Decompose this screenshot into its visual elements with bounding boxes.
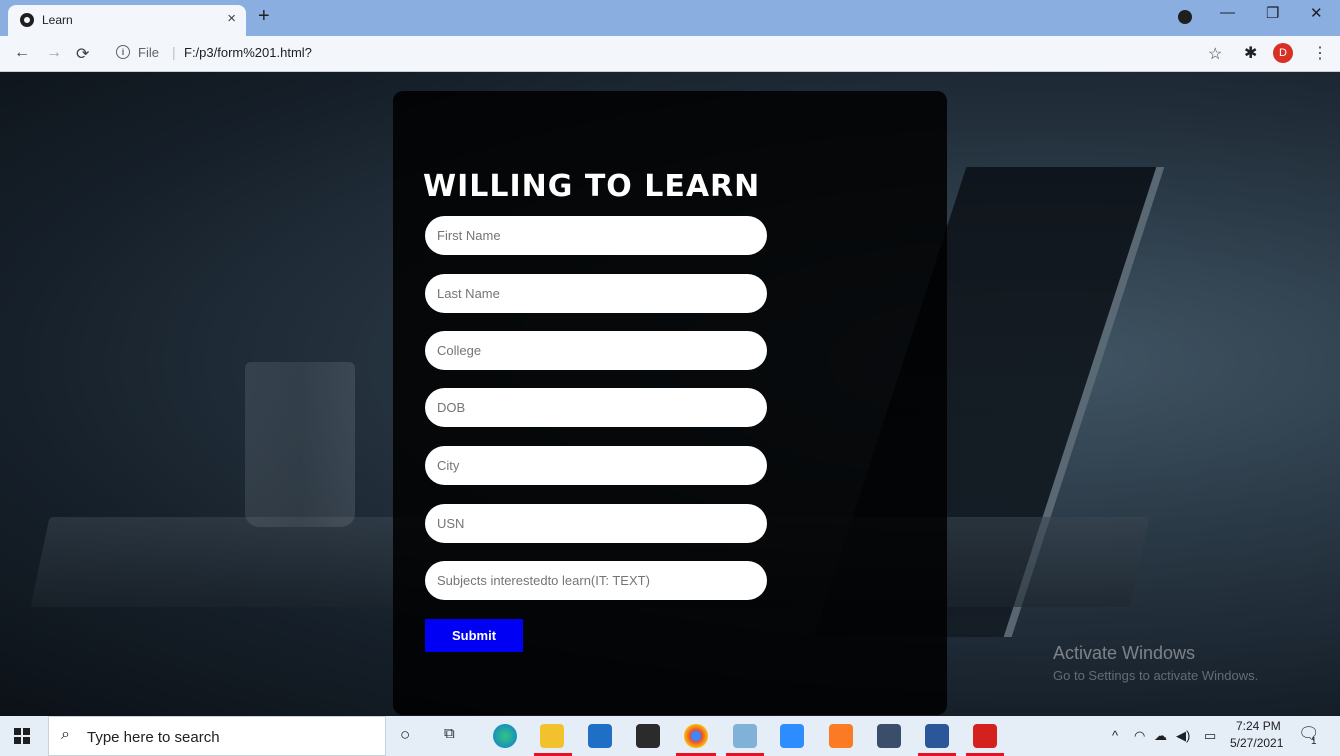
store-icon[interactable] — [636, 724, 660, 748]
network-icon[interactable]: ◠ — [1134, 728, 1145, 744]
activation-watermark-subtitle: Go to Settings to activate Windows. — [1053, 668, 1259, 683]
bookmark-star-icon[interactable]: ☆ — [1208, 44, 1222, 64]
browser-tab[interactable]: Learn × — [8, 5, 246, 36]
clock-date[interactable]: 5/27/2021 — [1230, 736, 1283, 750]
submit-button[interactable]: Submit — [425, 619, 523, 652]
subjects-field[interactable] — [425, 561, 767, 600]
form-card: WILLING TO LEARN Submit — [393, 91, 947, 715]
city-field[interactable] — [425, 446, 767, 485]
cortana-icon[interactable]: ○ — [400, 725, 410, 745]
windows-start-icon[interactable] — [14, 728, 30, 744]
minimize-icon[interactable]: — — [1220, 4, 1235, 21]
new-tab-button[interactable]: + — [258, 5, 270, 28]
edge-icon[interactable] — [493, 724, 517, 748]
search-icon: ⌕ — [61, 726, 70, 743]
page-title: WILLING TO LEARN — [423, 169, 761, 204]
battery-icon[interactable]: ▭ — [1204, 728, 1216, 744]
browser-menu-icon[interactable]: ⋮ — [1312, 43, 1328, 63]
xampp-icon[interactable] — [829, 724, 853, 748]
address-toolbar: ← → ⟳ i File | F:/p3/form%201.html? ☆ ✱ … — [0, 36, 1340, 72]
restore-icon[interactable]: ❐ — [1266, 4, 1279, 22]
zoom-icon[interactable] — [780, 724, 804, 748]
page-background: WILLING TO LEARN Submit Activate Windows… — [0, 72, 1340, 716]
activation-watermark-title: Activate Windows — [1053, 643, 1196, 663]
taskbar-search-placeholder: Type here to search — [87, 729, 220, 746]
forward-icon[interactable]: → — [46, 44, 62, 62]
file-explorer-icon[interactable] — [540, 724, 564, 748]
clock-time[interactable]: 7:24 PM — [1236, 719, 1281, 733]
show-hidden-icons-icon[interactable]: ^ — [1112, 728, 1118, 743]
app-icon-2[interactable] — [877, 724, 901, 748]
back-icon[interactable]: ← — [14, 44, 30, 62]
globe-icon — [20, 13, 34, 27]
url-separator: | — [172, 44, 176, 60]
task-view-icon[interactable]: ⧉ — [444, 725, 455, 742]
notification-count: 1 — [1311, 736, 1317, 747]
mail-icon[interactable] — [588, 724, 612, 748]
browser-tab-strip: Learn × + — ❐ ✕ — [0, 0, 1340, 36]
omnibox[interactable]: i File | F:/p3/form%201.html? — [106, 41, 1232, 65]
taskbar-search-box[interactable]: ⌕ Type here to search — [48, 716, 386, 756]
first-name-field[interactable] — [425, 216, 767, 255]
profile-menu-icon[interactable] — [1178, 10, 1192, 24]
close-window-icon[interactable]: ✕ — [1310, 4, 1323, 22]
avatar[interactable]: D — [1273, 43, 1293, 63]
url-text[interactable]: F:/p3/form%201.html? — [184, 45, 312, 60]
usn-field[interactable] — [425, 504, 767, 543]
volume-icon[interactable]: ◀) — [1176, 728, 1190, 744]
reload-icon[interactable]: ⟳ — [76, 44, 89, 64]
college-field[interactable] — [425, 331, 767, 370]
word-icon[interactable] — [925, 724, 949, 748]
site-info-icon[interactable]: i — [116, 45, 130, 59]
acrobat-icon[interactable] — [973, 724, 997, 748]
dob-field[interactable] — [425, 388, 767, 427]
chrome-icon[interactable] — [684, 724, 708, 748]
url-scheme-label: File — [138, 45, 159, 60]
last-name-field[interactable] — [425, 274, 767, 313]
extensions-icon[interactable]: ✱ — [1244, 43, 1257, 63]
background-glass — [245, 362, 355, 527]
onedrive-icon[interactable]: ☁ — [1154, 728, 1167, 744]
tab-title: Learn — [42, 13, 73, 27]
app-icon[interactable] — [733, 724, 757, 748]
tab-close-icon[interactable]: × — [227, 10, 236, 27]
taskbar: ⌕ Type here to search ○ ⧉ ^ ◠ ☁ ◀) ▭ 7:2… — [0, 716, 1340, 756]
